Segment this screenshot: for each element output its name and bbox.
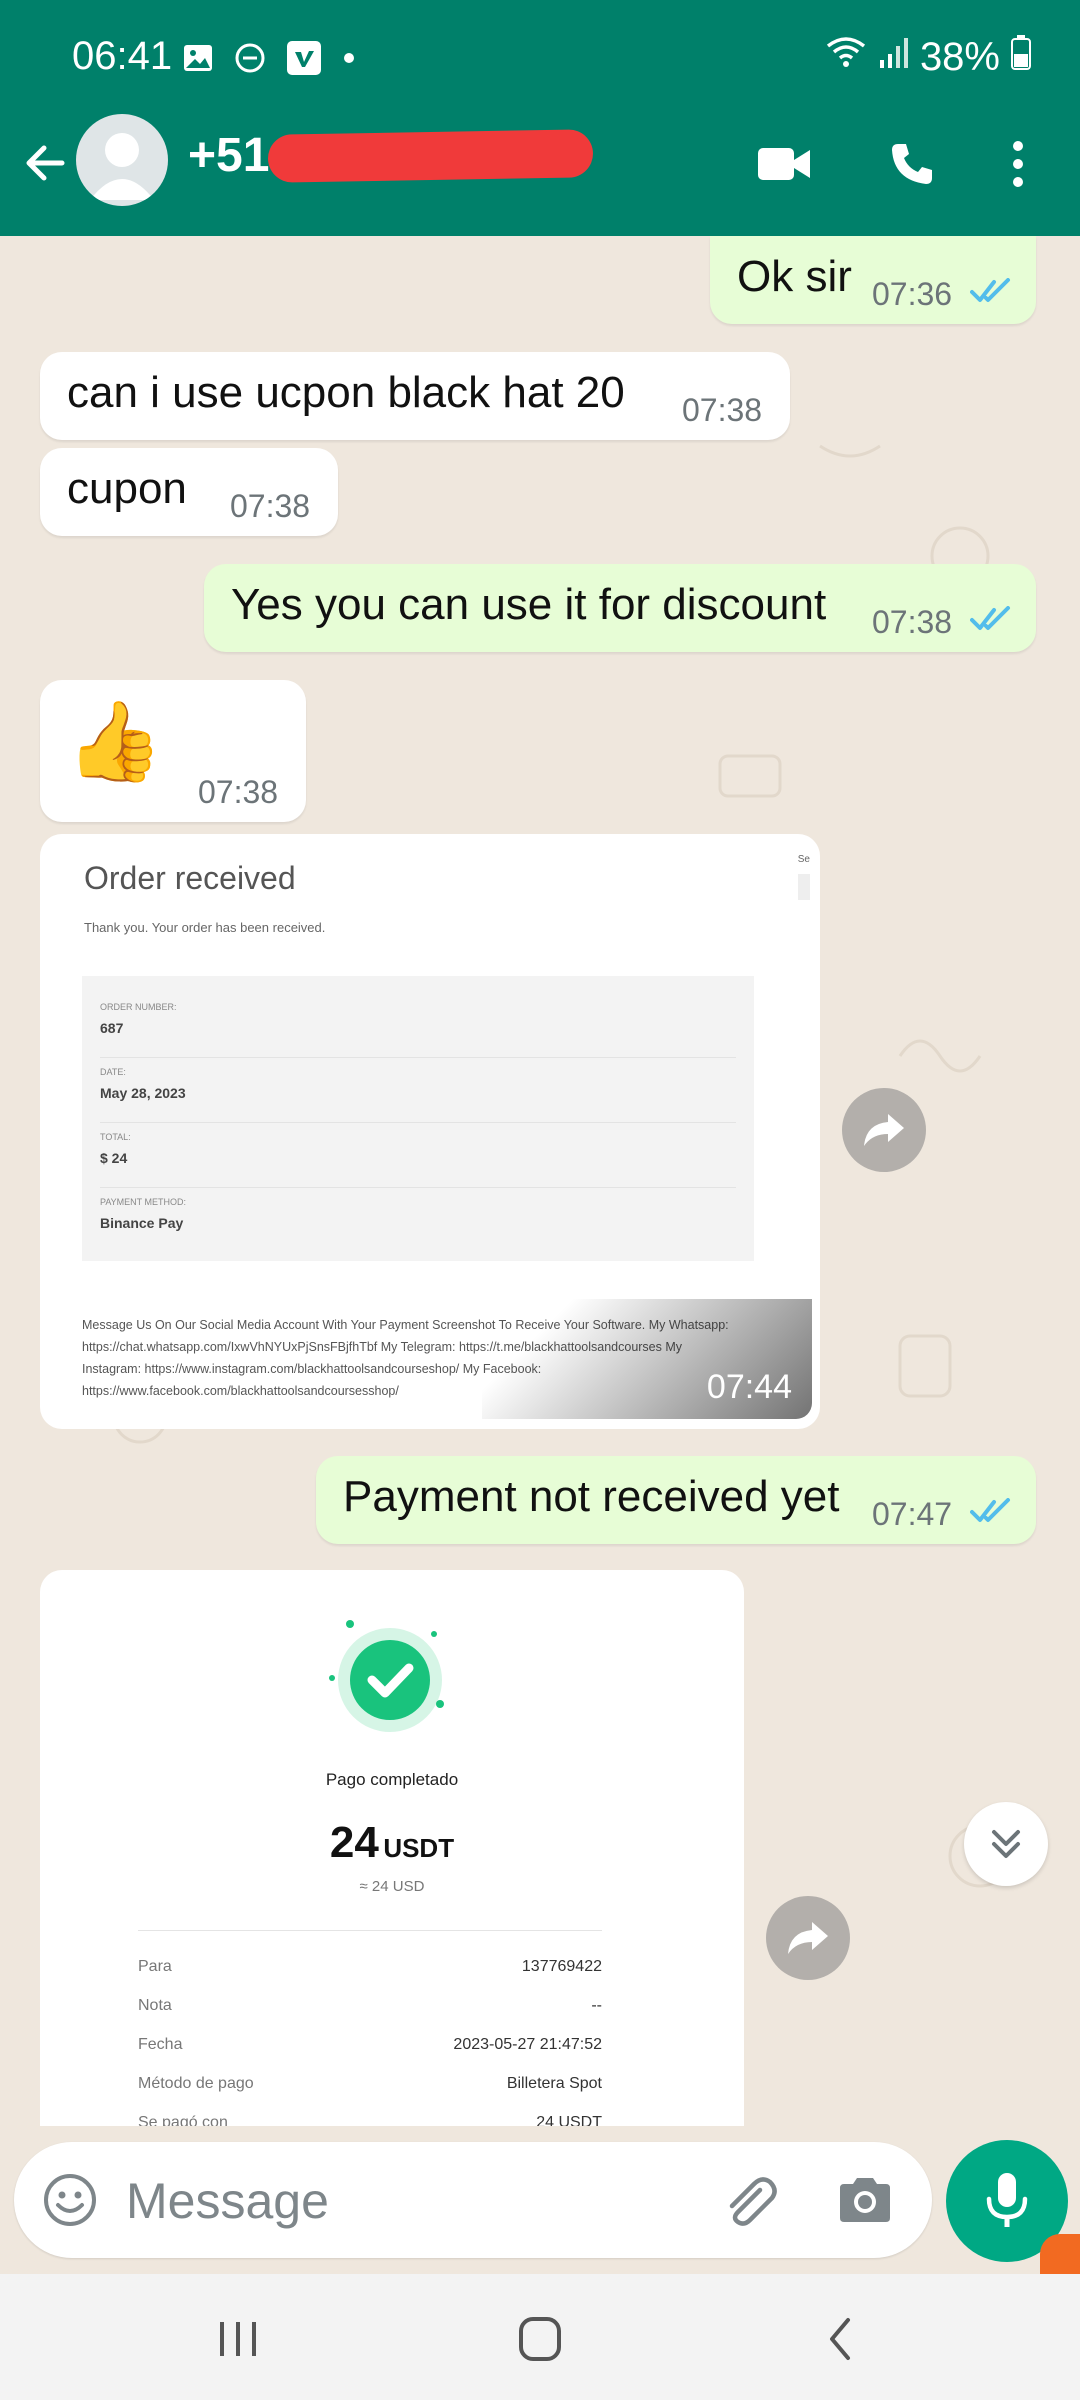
status-time: 06:41 [72,34,173,78]
payment-amount: 24 USDT [40,1818,744,1868]
forward-icon[interactable] [766,1896,850,1980]
payment-status: Pago completado [325,1770,459,1789]
message-bubble-incoming[interactable]: 👍 07:38 [40,680,306,822]
payment-detail-label: Se pagó con [138,2114,228,2126]
message-time: 07:38 [198,774,279,810]
order-subtitle: Thank you. Your order has been received. [84,920,326,935]
app-bar: +51 [0,110,1080,236]
payment-detail-value: 24 USDT [536,2114,602,2126]
more-options-icon[interactable] [1010,138,1026,195]
order-detail-label: PAYMENT METHOD: [100,1197,187,1207]
message-bubble-incoming[interactable]: cupon 07:38 [40,448,338,536]
payment-detail-value: 2023-05-27 21:47:52 [453,2036,602,2053]
recent-apps-icon[interactable] [208,2314,268,2364]
order-detail-value: Binance Pay [100,1215,184,1231]
payment-currency: USDT [383,1833,455,1863]
order-details-box: ORDER NUMBER: 687 DATE: May 28, 2023 TOT… [82,976,754,1261]
floating-overlay-icon[interactable] [1040,2234,1080,2274]
back-nav-icon[interactable] [812,2314,872,2364]
message-bubble-outgoing[interactable]: Yes you can use it for discount 07:38 [204,564,1036,652]
system-nav-bar [0,2274,1080,2400]
vimeo-icon [286,40,322,81]
order-detail-label: ORDER NUMBER: [100,1002,177,1012]
payment-approx: ≈ 24 USD [359,1878,425,1895]
read-ticks-icon [970,606,1010,630]
order-detail-row: PAYMENT METHOD: Binance Pay [100,1189,736,1253]
contact-name[interactable]: +51 [188,128,269,183]
order-detail-row: ORDER NUMBER: 687 [100,994,736,1058]
order-detail-value: 687 [100,1020,124,1036]
status-right: 38% [824,34,1032,80]
message-time: 07:47 [872,1496,953,1532]
payment-detail-value: 137769422 [521,1958,602,1975]
payment-detail-value: -- [591,1997,602,2014]
scroll-to-bottom-button[interactable] [964,1802,1048,1886]
video-call-icon[interactable] [756,144,812,189]
back-arrow-icon[interactable] [20,138,70,188]
message-time: 07:36 [872,276,953,312]
camera-icon[interactable] [836,2174,894,2226]
message-text: cupon [67,464,187,513]
avatar[interactable] [76,114,168,206]
message-bubble-outgoing[interactable]: Payment not received yet 07:47 [316,1456,1036,1544]
emoji-icon[interactable] [42,2172,98,2228]
message-time: 07:38 [872,604,953,640]
payment-receipt-image[interactable]: Pago completado 24 USDT ≈ 24 USD Para 13… [40,1570,744,2126]
dnd-icon [234,42,266,79]
chat-header: 06:41 38% +51 [0,0,1080,236]
dot-icon [342,51,356,70]
message-text: can i use ucpon black hat 20 [67,368,625,417]
order-detail-row: DATE: May 28, 2023 [100,1059,736,1123]
status-notification-icons [182,40,356,81]
message-time: 07:38 [230,488,311,524]
forward-icon[interactable] [842,1088,926,1172]
microphone-icon [986,2173,1028,2227]
payment-amount-value: 24 [329,1818,379,1867]
order-received-image[interactable]: Order received Se Thank you. Your order … [40,834,820,1429]
payment-detail-label: Para [138,1958,172,1975]
gallery-icon [182,42,214,79]
divider [138,1930,602,1931]
wifi-icon [824,34,868,80]
message-time: 07:38 [682,392,763,428]
redaction-mark [267,129,594,183]
order-detail-row: TOTAL: $ 24 [100,1124,736,1188]
message-text: Ok sir [737,252,852,301]
attach-icon[interactable] [720,2172,780,2232]
battery-percent: 38% [919,34,1000,79]
message-time: 07:44 [706,1368,792,1406]
thumbs-up-emoji: 👍 [66,697,164,785]
order-detail-value: May 28, 2023 [100,1085,186,1101]
status-bar: 06:41 38% [0,0,1080,120]
payment-detail-label: Método de pago [138,2075,254,2092]
message-bubble-incoming[interactable]: can i use ucpon black hat 20 07:38 [40,352,790,440]
double-chevron-down-icon [992,1830,1020,1858]
phone-call-icon[interactable] [888,140,936,193]
home-icon[interactable] [510,2314,570,2364]
order-title: Order received [84,860,296,896]
message-input[interactable]: Message [126,2172,329,2230]
message-bubble-outgoing[interactable]: Ok sir 07:36 [710,236,1036,324]
message-text: Payment not received yet [343,1472,840,1521]
order-detail-label: TOTAL: [100,1132,131,1142]
order-scrollbar [798,874,810,900]
order-detail-label: DATE: [100,1067,126,1077]
read-ticks-icon [970,1498,1010,1522]
order-detail-value: $ 24 [100,1150,128,1166]
battery-icon [1010,34,1032,80]
signal-icon [878,34,910,80]
message-composer[interactable]: Message [14,2142,932,2258]
payment-detail-value: Billetera Spot [506,2075,602,2092]
success-check-icon [329,1620,444,1732]
payment-detail-label: Fecha [138,2036,183,2053]
order-side-text: Se [797,854,810,865]
read-ticks-icon [970,278,1010,302]
chat-area[interactable]: Ok sir 07:36 can i use ucpon black hat 2… [0,236,1080,2126]
message-text: Yes you can use it for discount [231,580,827,629]
payment-detail-label: Nota [138,1997,172,2014]
